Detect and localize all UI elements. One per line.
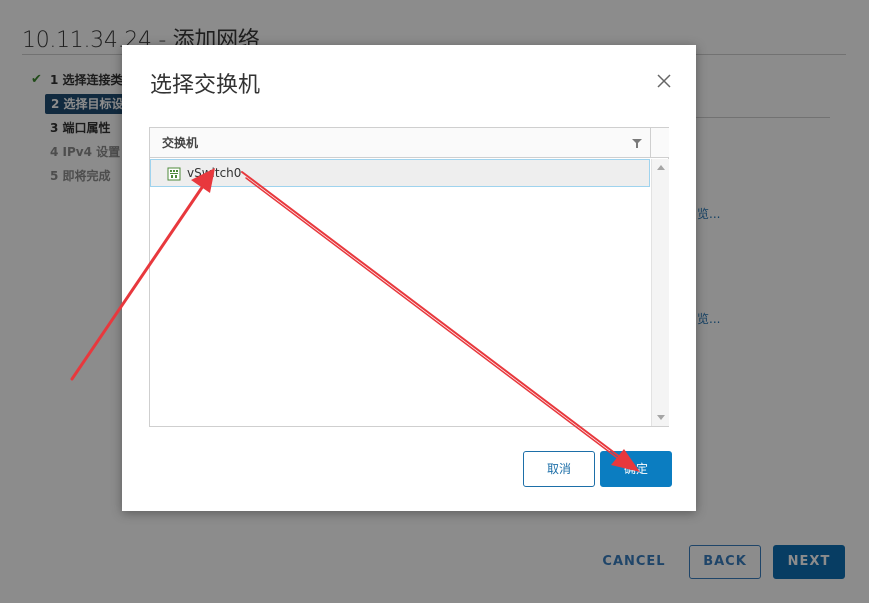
ok-button[interactable]: 确定 bbox=[600, 451, 672, 487]
close-icon[interactable] bbox=[655, 72, 673, 90]
grid-header: 交换机 bbox=[150, 128, 650, 158]
switch-name: vSwitch0 bbox=[187, 166, 242, 180]
table-row[interactable]: vSwitch0 bbox=[150, 159, 650, 187]
column-header-switch[interactable]: 交换机 bbox=[162, 128, 198, 158]
grid-scrollbar[interactable] bbox=[651, 159, 669, 426]
header-corner bbox=[651, 128, 669, 158]
scroll-up-icon[interactable] bbox=[657, 165, 665, 170]
filter-icon[interactable] bbox=[632, 139, 642, 148]
virtual-switch-icon bbox=[167, 167, 181, 181]
cancel-button[interactable]: 取消 bbox=[523, 451, 595, 487]
scroll-down-icon[interactable] bbox=[657, 415, 665, 420]
select-switch-dialog: 选择交换机 交换机 vSwitch0 取消 确定 bbox=[122, 45, 696, 511]
switch-grid: 交换机 vSwitch0 bbox=[149, 127, 669, 427]
dialog-title: 选择交换机 bbox=[150, 73, 261, 98]
